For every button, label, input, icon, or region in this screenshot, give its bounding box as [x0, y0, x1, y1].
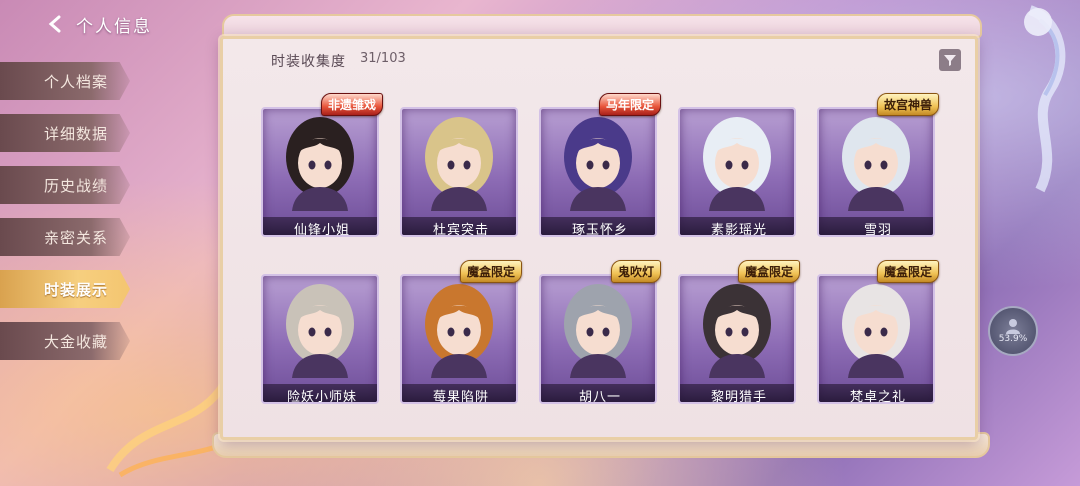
outfit-name: 雪羽: [819, 217, 933, 235]
outfit-name: 素影瑶光: [680, 217, 794, 235]
outfit-card[interactable]: 魔盒限定梵卓之礼: [817, 260, 939, 411]
page-title: 个人信息: [76, 16, 152, 37]
outfit-card[interactable]: 素影瑶光: [678, 99, 796, 244]
character-portrait: [564, 117, 632, 211]
dragon-decoration: [1024, 5, 1066, 193]
avatar-icon: [1006, 319, 1020, 334]
sidebar-item-label: 详细数据: [44, 124, 109, 143]
character-portrait: [286, 284, 354, 378]
filter-button[interactable]: [939, 49, 961, 71]
character-portrait: [842, 284, 910, 378]
outfit-name: 杜宾突击: [402, 217, 516, 235]
outfit-name: 险妖小师妹: [263, 384, 377, 402]
sidebar: 个人档案 详细数据 历史战绩 亲密关系 时装展示 大金收藏: [0, 62, 140, 374]
sidebar-item-label: 个人档案: [44, 72, 109, 91]
outfit-grid: 非遗雏戏 仙锋小姐 杜宾突击 马年限定 琢玉怀乡 素影瑶光 故宫神兽 雪羽 险妖小师妹 魔盒限定莓…: [261, 93, 939, 411]
card-frame: 琢玉怀乡: [539, 107, 657, 237]
floating-progress-button[interactable]: 53.9%: [988, 306, 1038, 356]
chevron-left-icon[interactable]: [44, 13, 66, 35]
outfit-name: 莓果陷阱: [402, 384, 516, 402]
outfit-card[interactable]: 鬼吹灯胡八一: [539, 260, 661, 411]
outfit-badge: 魔盒限定: [737, 260, 800, 283]
outfit-card[interactable]: 险妖小师妹: [261, 266, 379, 411]
sidebar-item-label: 历史战绩: [44, 176, 109, 195]
page-header: 个人信息: [44, 10, 152, 38]
outfit-card[interactable]: 魔盒限定黎明猎手: [678, 260, 800, 411]
sidebar-item-gold-collection[interactable]: 大金收藏: [0, 322, 130, 360]
card-frame: 梵卓之礼: [817, 274, 935, 404]
sidebar-item-outfits[interactable]: 时装展示: [0, 270, 130, 308]
card-frame: 黎明猎手: [678, 274, 796, 404]
collection-value: 31/103: [360, 51, 406, 66]
outfit-badge: 马年限定: [598, 93, 661, 116]
filter-icon: [944, 55, 956, 66]
outfit-name: 仙锋小姐: [263, 217, 377, 235]
outfit-badge: 魔盒限定: [459, 260, 522, 283]
scroll-top-ornament: [222, 14, 982, 38]
sidebar-item-profile[interactable]: 个人档案: [0, 62, 130, 100]
progress-percent: 53.9%: [998, 334, 1028, 344]
card-frame: 杜宾突击: [400, 107, 518, 237]
character-portrait: [703, 284, 771, 378]
outfit-badge: 非遗雏戏: [320, 93, 383, 116]
outfit-badge: 鬼吹灯: [610, 260, 661, 283]
outfit-name: 琢玉怀乡: [541, 217, 655, 235]
character-portrait: [425, 284, 493, 378]
character-portrait: [703, 117, 771, 211]
character-portrait: [425, 117, 493, 211]
card-frame: 素影瑶光: [678, 107, 796, 237]
outfit-name: 黎明猎手: [680, 384, 794, 402]
card-frame: 莓果陷阱: [400, 274, 518, 404]
card-frame: 险妖小师妹: [261, 274, 379, 404]
outfit-badge: 故宫神兽: [876, 93, 939, 116]
outfit-card[interactable]: 魔盒限定莓果陷阱: [400, 260, 522, 411]
outfit-name: 胡八一: [541, 384, 655, 402]
outfit-card[interactable]: 马年限定琢玉怀乡: [539, 93, 661, 244]
sidebar-item-relations[interactable]: 亲密关系: [0, 218, 130, 256]
card-frame: 胡八一: [539, 274, 657, 404]
outfit-card[interactable]: 故宫神兽雪羽: [817, 93, 939, 244]
collection-progress: 时装收集度 31/103: [271, 51, 406, 71]
outfit-card[interactable]: 非遗雏戏仙锋小姐: [261, 93, 383, 244]
collection-label: 时装收集度: [271, 54, 346, 70]
card-frame: 雪羽: [817, 107, 935, 237]
sidebar-item-history[interactable]: 历史战绩: [0, 166, 130, 204]
sidebar-item-label: 亲密关系: [44, 228, 109, 247]
character-portrait: [842, 117, 910, 211]
sidebar-item-details[interactable]: 详细数据: [0, 114, 130, 152]
outfit-panel: 时装收集度 31/103 非遗雏戏 仙锋小姐 杜宾突击 马年限定 琢玉怀乡 素影瑶光 故宫神…: [220, 36, 978, 440]
outfit-name: 梵卓之礼: [819, 384, 933, 402]
outfit-card[interactable]: 杜宾突击: [400, 99, 518, 244]
sidebar-item-label: 时装展示: [44, 280, 109, 299]
sidebar-item-label: 大金收藏: [44, 332, 109, 351]
character-portrait: [564, 284, 632, 378]
outfit-badge: 魔盒限定: [876, 260, 939, 283]
card-frame: 仙锋小姐: [261, 107, 379, 237]
character-portrait: [286, 117, 354, 211]
